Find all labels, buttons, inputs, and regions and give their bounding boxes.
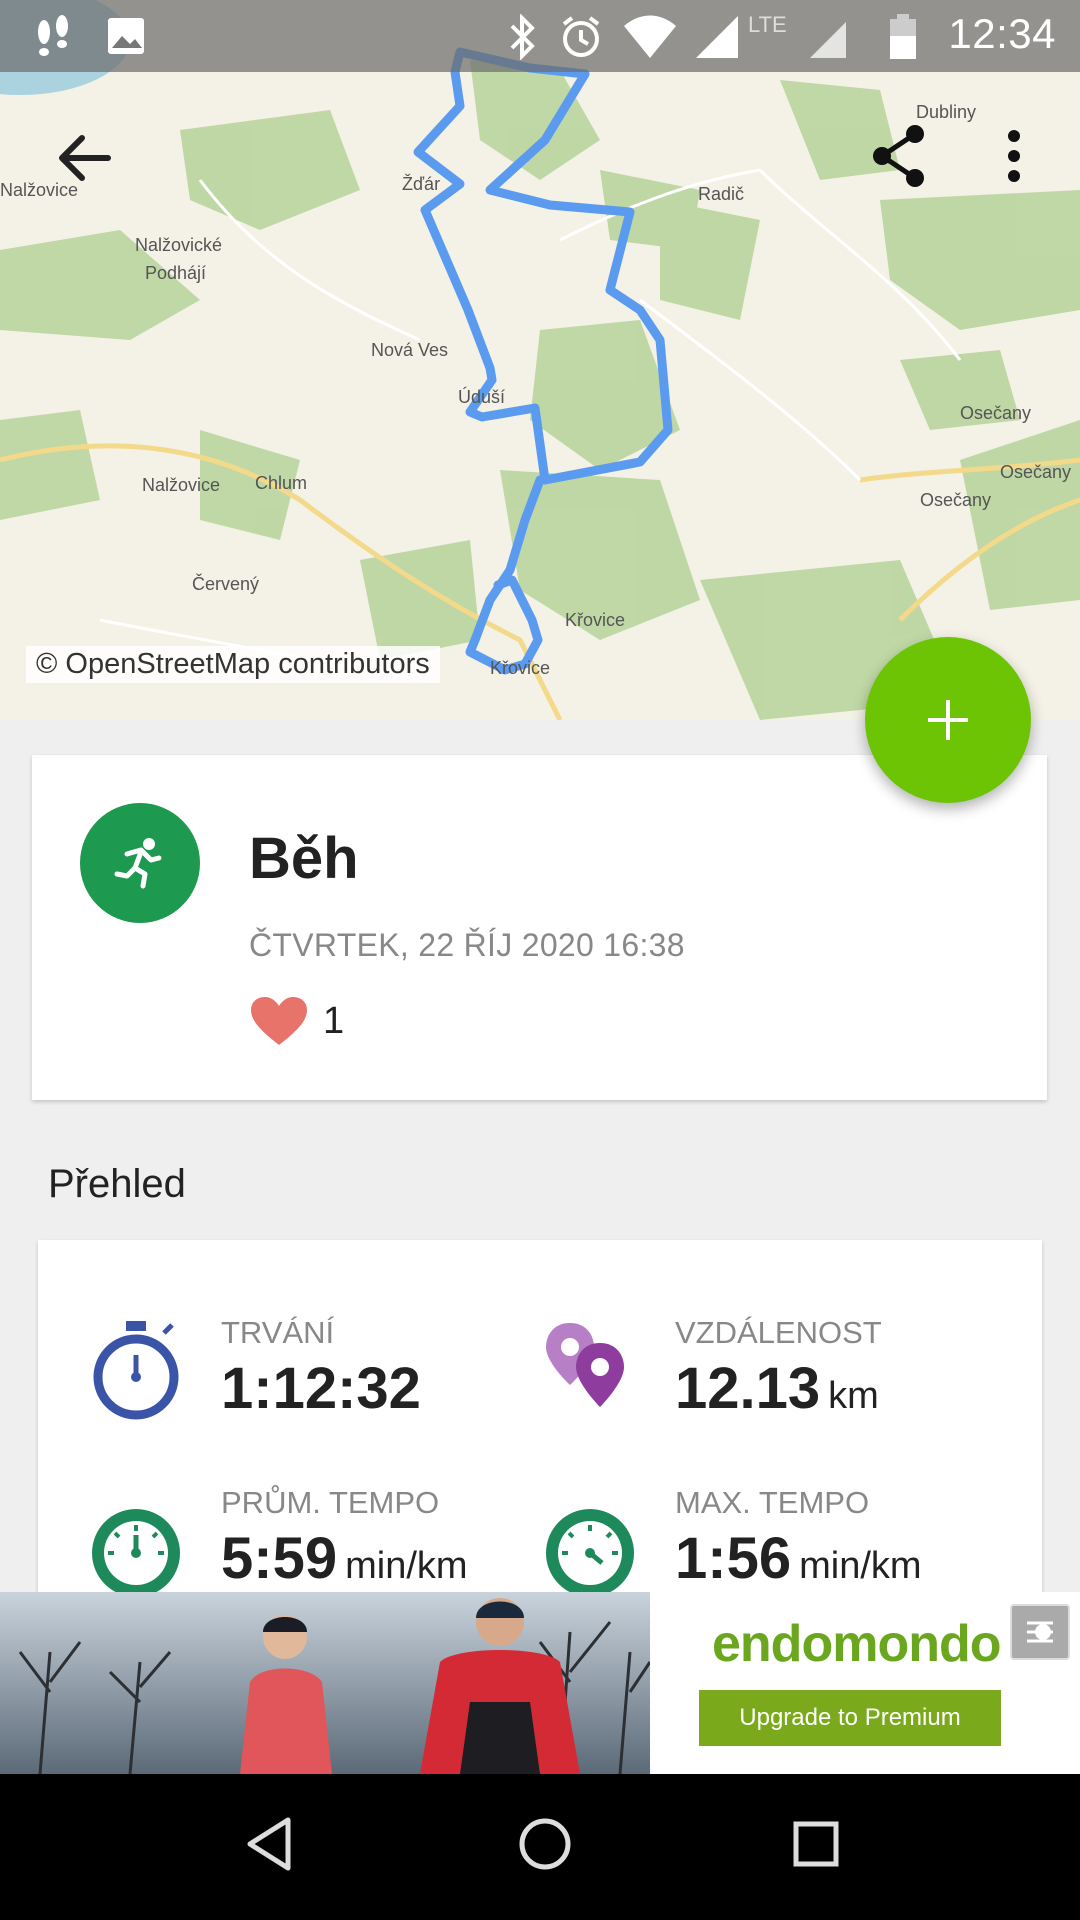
bluetooth-icon bbox=[510, 14, 535, 60]
add-button[interactable] bbox=[865, 637, 1031, 803]
ad-brand-logo: endomondo bbox=[712, 1615, 1002, 1673]
share-button[interactable] bbox=[870, 124, 930, 193]
running-icon bbox=[114, 838, 162, 889]
overview-card: TRVÁNÍ 1:12:32 VZDÁLENOST 12.13 km PRŮM. … bbox=[38, 1240, 1042, 1600]
stat-value: 12.13 bbox=[675, 1356, 821, 1421]
signal-icon bbox=[696, 16, 738, 58]
speedometer-icon bbox=[92, 1509, 180, 1597]
more-options-button[interactable] bbox=[994, 128, 1034, 193]
more-vert-icon bbox=[1008, 130, 1020, 182]
battery-icon bbox=[890, 14, 916, 59]
stat-value-row: 5:59 min/km bbox=[221, 1525, 468, 1592]
nav-recents-button[interactable] bbox=[786, 1814, 846, 1879]
activity-date: ČTVRTEK, 22 ŘÍJ 2020 16:38 bbox=[249, 927, 685, 963]
sport-badge bbox=[80, 803, 200, 923]
upgrade-premium-button[interactable]: Upgrade to Premium bbox=[699, 1690, 1001, 1746]
map-place-label: Nová Ves bbox=[371, 340, 449, 360]
section-title: Přehled bbox=[48, 1162, 186, 1206]
map-place-label: Nalžovice bbox=[142, 475, 221, 495]
map-place-label: Osečany bbox=[960, 403, 1032, 423]
triangle-back-icon bbox=[247, 1817, 291, 1871]
stat-value: 5:59 bbox=[221, 1526, 338, 1591]
map-place-label: Křovice bbox=[490, 658, 551, 678]
route-map[interactable]: Nalžovice Nalžovické Podhájí Žďár Dublin… bbox=[0, 0, 1080, 720]
stat-label: VZDÁLENOST bbox=[675, 1315, 882, 1350]
arrow-left-icon bbox=[59, 135, 111, 181]
stopwatch-icon bbox=[93, 1321, 179, 1420]
nav-back-button[interactable] bbox=[244, 1814, 294, 1879]
map-place-label: Radič bbox=[698, 184, 745, 204]
back-button[interactable] bbox=[52, 126, 116, 195]
ad-photo bbox=[0, 1592, 650, 1774]
map-place-label: Červený bbox=[192, 574, 260, 594]
location-pins-icon bbox=[546, 1323, 624, 1407]
nav-home-button[interactable] bbox=[515, 1814, 575, 1879]
square-recents-icon bbox=[793, 1821, 839, 1867]
stat-value-row: 12.13 km bbox=[675, 1355, 879, 1422]
map-place-label: Křovice bbox=[565, 610, 626, 630]
map-place-label: Úduší bbox=[458, 387, 506, 407]
system-nav-bar bbox=[0, 1774, 1080, 1920]
heart-icon bbox=[251, 997, 307, 1045]
share-icon bbox=[873, 125, 924, 187]
activity-title: Běh bbox=[249, 826, 359, 891]
stat-value: 1:56 bbox=[675, 1526, 792, 1591]
stat-avg-pace: PRŮM. TEMPO 5:59 min/km bbox=[88, 1485, 548, 1600]
ad-banner[interactable]: endomondo Upgrade to Premium bbox=[0, 1592, 1080, 1774]
stat-duration: TRVÁNÍ 1:12:32 bbox=[88, 1315, 548, 1465]
circle-home-icon bbox=[519, 1818, 571, 1870]
signal-icon bbox=[810, 22, 846, 58]
map-place-label: Podhájí bbox=[145, 263, 207, 283]
status-bar: LTE 12:34 bbox=[0, 0, 1080, 72]
map-place-label: Dubliny bbox=[916, 102, 977, 122]
stat-max-pace: MAX. TEMPO 1:56 min/km bbox=[542, 1485, 1002, 1600]
plus-icon bbox=[928, 700, 968, 740]
likes[interactable]: 1 bbox=[249, 995, 344, 1047]
stat-distance: VZDÁLENOST 12.13 km bbox=[542, 1315, 1002, 1465]
status-clock: 12:34 bbox=[948, 10, 1056, 57]
map-place-label: Osečany bbox=[920, 490, 992, 510]
image-icon bbox=[108, 18, 144, 54]
likes-count: 1 bbox=[323, 999, 345, 1042]
network-type: LTE bbox=[748, 12, 787, 37]
stat-label: PRŮM. TEMPO bbox=[221, 1485, 440, 1520]
map-attribution[interactable]: © OpenStreetMap contributors bbox=[26, 646, 440, 683]
activity-card: Běh ČTVRTEK, 22 ŘÍJ 2020 16:38 1 bbox=[32, 755, 1047, 1100]
ad-badge-icon bbox=[1027, 1621, 1053, 1643]
map-place-label: Žďár bbox=[402, 174, 441, 194]
map-place-label: Osečany bbox=[1000, 462, 1072, 482]
alarm-icon bbox=[562, 16, 600, 57]
stat-unit: km bbox=[828, 1375, 879, 1417]
stat-label: MAX. TEMPO bbox=[675, 1485, 870, 1520]
wifi-icon bbox=[624, 15, 676, 58]
map-place-label: Nalžovické bbox=[135, 235, 223, 255]
ad-close-button[interactable] bbox=[1010, 1604, 1070, 1660]
stat-unit: min/km bbox=[799, 1545, 922, 1587]
speedometer-icon bbox=[546, 1509, 634, 1597]
stat-label: TRVÁNÍ bbox=[221, 1315, 335, 1350]
steps-icon bbox=[38, 15, 68, 56]
stat-value: 1:12:32 bbox=[221, 1356, 421, 1421]
stat-unit: min/km bbox=[345, 1545, 468, 1587]
stat-value-row: 1:56 min/km bbox=[675, 1525, 922, 1592]
map-place-label: Chlum bbox=[255, 473, 308, 493]
